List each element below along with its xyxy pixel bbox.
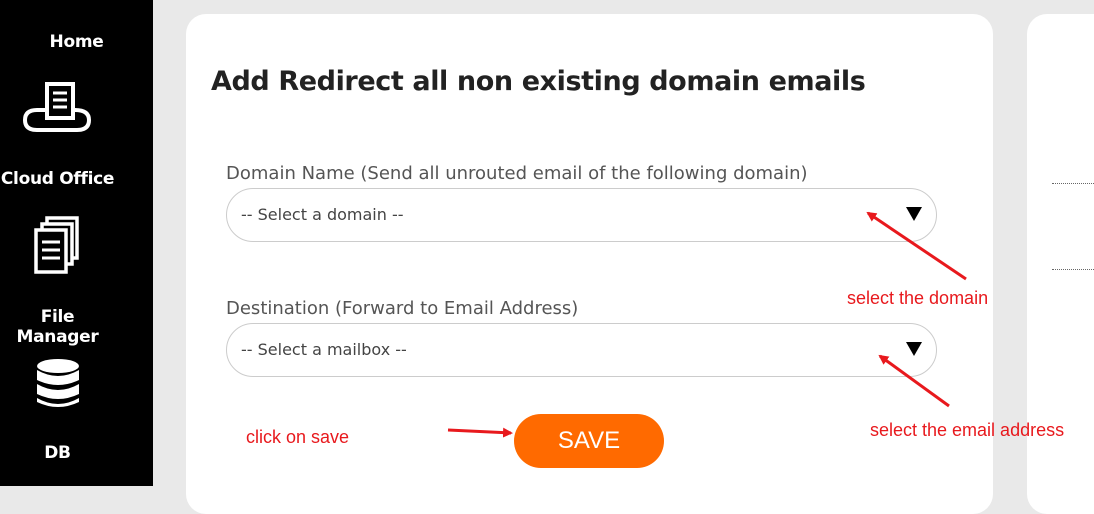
arrow-to-domain (866, 211, 967, 281)
arrow-to-mailbox (878, 354, 950, 408)
arrow-to-save (447, 427, 513, 438)
annotation-arrows (447, 211, 967, 438)
